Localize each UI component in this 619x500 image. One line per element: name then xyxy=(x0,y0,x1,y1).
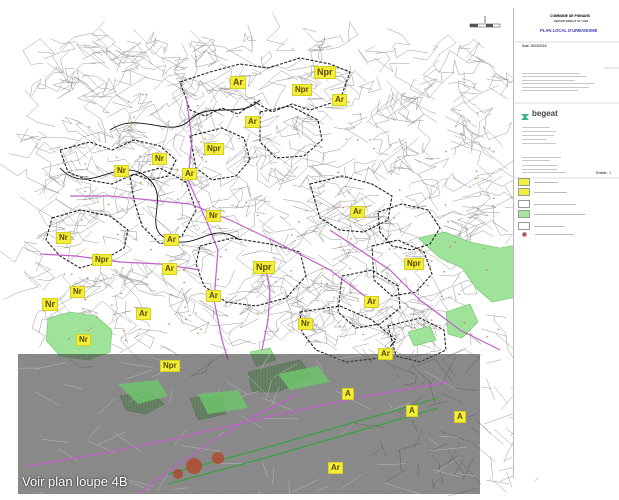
zone-label-ar: Ar xyxy=(328,462,343,474)
legend-text xyxy=(534,181,558,183)
zone-label-npr: Npr xyxy=(253,261,275,274)
scale-label: Echelle : 1 xyxy=(596,171,611,175)
zone-label-ar: Ar xyxy=(230,76,247,89)
zone-label-ar: Ar xyxy=(164,234,179,246)
legend-swatch xyxy=(518,188,530,196)
zone-label-ar: Ar xyxy=(206,290,221,302)
zone-label-nr: Nr xyxy=(298,318,313,330)
cartouche-panel: COMMUNE DE PIGNANS DEPARTEMENT DU VAR PL… xyxy=(513,8,619,478)
legend-swatch xyxy=(518,178,530,186)
begeat-logo-icon xyxy=(520,109,530,120)
legend-item xyxy=(518,188,567,196)
zone-label-ar: Ar xyxy=(378,348,393,360)
loupe-label: Voir plan loupe 4B xyxy=(22,474,128,489)
zone-label-nr: Nr xyxy=(76,334,91,346)
legend-item xyxy=(518,210,585,218)
loupe-inset[interactable] xyxy=(18,354,480,494)
zone-label-nr: Nr xyxy=(206,210,221,222)
legend-swatch xyxy=(518,222,530,230)
legend-swatch xyxy=(518,200,530,208)
zone-label-a: A xyxy=(342,388,354,400)
zone-label-npr: Npr xyxy=(404,258,424,270)
legend-item xyxy=(518,178,558,186)
zone-label-nr: Nr xyxy=(70,286,85,298)
zone-label-nr: Nr xyxy=(152,153,167,165)
legend-text xyxy=(535,234,574,235)
zone-label-npr: Npr xyxy=(292,84,312,96)
zone-label-nr: Nr xyxy=(56,232,71,244)
legend-swatch xyxy=(522,232,527,237)
document-title: PLAN LOCAL D'URBANISME xyxy=(540,28,598,33)
zone-label-nr: Nr xyxy=(42,298,59,311)
legend-item xyxy=(518,200,576,208)
zone-label-npr: Npr xyxy=(314,66,336,79)
zone-label-ar: Ar xyxy=(364,296,379,308)
loupe-detail xyxy=(18,354,480,494)
zone-label-ar: Ar xyxy=(182,168,197,180)
legend-text xyxy=(534,213,585,215)
firm-contact xyxy=(522,154,568,176)
legend-text xyxy=(534,203,576,205)
zone-label-ar: Ar xyxy=(350,206,365,218)
zone-label-ar: Ar xyxy=(136,308,151,320)
zone-label-a: A xyxy=(454,411,466,423)
firm-name: begeat xyxy=(532,109,558,118)
zone-label-npr: Npr xyxy=(204,143,224,155)
departement-name: DEPARTEMENT DU VAR xyxy=(554,19,589,23)
zone-label-ar: Ar xyxy=(162,263,177,275)
zone-label-ar: Ar xyxy=(332,94,347,106)
zone-label-ar: Ar xyxy=(245,116,260,128)
legend-item xyxy=(518,222,564,230)
zone-label-nr: Nr xyxy=(114,165,129,177)
legend-text xyxy=(534,225,564,227)
firm-services xyxy=(522,124,562,147)
legend-text xyxy=(534,191,567,193)
zone-label-npr: Npr xyxy=(160,360,180,372)
legend-item xyxy=(518,232,574,237)
north-arrow-icon xyxy=(468,14,504,32)
document-date: Date: 26/03/2018 xyxy=(522,44,547,48)
commune-name: COMMUNE DE PIGNANS xyxy=(550,14,590,18)
approval-lines xyxy=(522,70,602,94)
legend-swatch xyxy=(518,210,530,218)
zone-label-a: A xyxy=(406,405,418,417)
zone-label-npr: Npr xyxy=(92,254,112,266)
